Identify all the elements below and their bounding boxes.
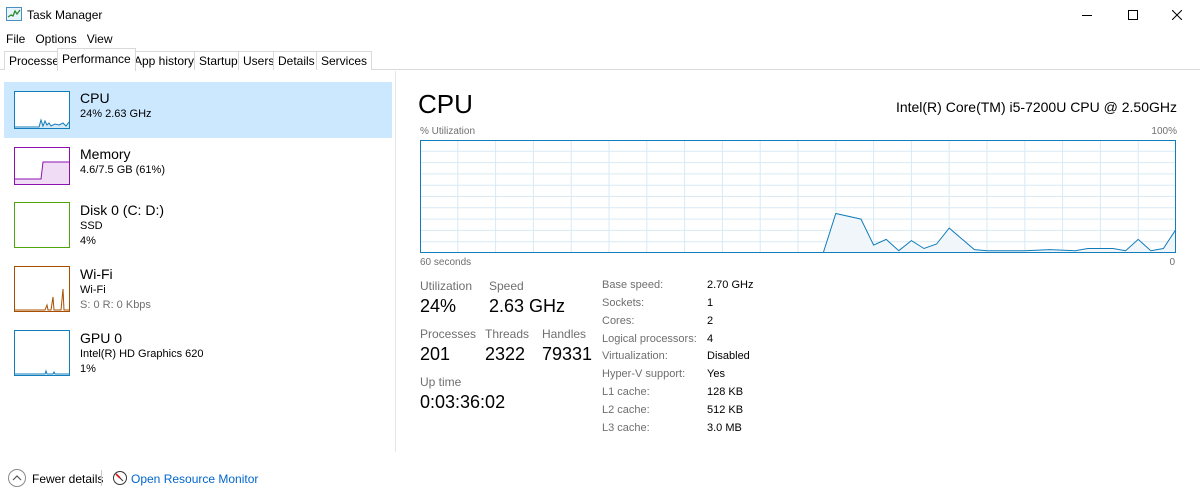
spec-label: Sockets:	[602, 297, 645, 309]
spec-label: L1 cache:	[602, 386, 650, 398]
memory-sparkline	[15, 161, 69, 184]
resource-detail: SSD	[80, 220, 103, 232]
resource-memory[interactable]: Memory 4.6/7.5 GB (61%)	[4, 138, 392, 194]
tab-performance[interactable]: Performance	[57, 48, 136, 71]
cpu-detail-panel: CPU Intel(R) Core(TM) i5-7200U CPU @ 2.5…	[397, 71, 1200, 452]
menu-view[interactable]: View	[81, 30, 117, 48]
resource-monitor-icon[interactable]	[112, 470, 128, 486]
spec-value: 3.0 MB	[707, 422, 742, 434]
utilization-axis-max: 100%	[1151, 126, 1177, 137]
handles-label: Handles	[542, 327, 587, 341]
spec-label: Virtualization:	[602, 350, 668, 362]
resource-name: Wi-Fi	[80, 266, 113, 282]
tab-app-history[interactable]: App history	[129, 51, 200, 70]
spec-label: Logical processors:	[602, 333, 697, 345]
memory-thumbnail	[14, 147, 70, 185]
wifi-thumbnail	[14, 266, 70, 312]
utilization-axis-label: % Utilization	[420, 126, 476, 137]
utilization-value: 24%	[420, 296, 457, 316]
processes-label: Processes	[420, 327, 477, 341]
close-icon	[1172, 10, 1182, 20]
spec-label: Hyper-V support:	[602, 368, 686, 380]
open-resource-monitor-link[interactable]: Open Resource Monitor	[131, 472, 258, 486]
fewer-details-button[interactable]	[8, 469, 26, 487]
spec-value: Yes	[707, 368, 725, 380]
title-bar[interactable]: Task Manager	[0, 0, 1200, 30]
detail-title: CPU	[418, 89, 473, 119]
maximize-icon	[1128, 10, 1138, 20]
menu-options[interactable]: Options	[29, 30, 80, 48]
speed-label: Speed	[489, 279, 524, 293]
resource-detail: Intel(R) HD Graphics 620	[80, 348, 204, 360]
gpu-thumbnail	[14, 330, 70, 376]
disk-thumbnail	[14, 202, 70, 248]
minimize-button[interactable]	[1064, 0, 1110, 30]
tab-startup[interactable]: Startup	[194, 51, 243, 70]
resource-name: Disk 0 (C: D:)	[80, 202, 164, 218]
resource-disk[interactable]: Disk 0 (C: D:) SSD 4%	[4, 194, 392, 250]
threads-label: Threads	[485, 327, 530, 341]
menu-file[interactable]: File	[0, 30, 29, 48]
spec-value: 512 KB	[707, 404, 744, 416]
maximize-button[interactable]	[1110, 0, 1156, 30]
spec-value: Disabled	[707, 350, 750, 362]
close-button[interactable]	[1154, 0, 1200, 30]
tab-strip: Processes Performance App history Startu…	[0, 48, 1200, 71]
graph-time-span: 60 seconds	[420, 257, 472, 268]
spec-value: 2	[707, 315, 714, 327]
uptime-value: 0:03:36:02	[420, 392, 506, 412]
spec-value: 4	[707, 333, 714, 345]
resource-detail: Wi-Fi	[80, 284, 106, 296]
spec-value: 2.70 GHz	[707, 279, 754, 291]
tab-services[interactable]: Services	[316, 51, 373, 70]
resource-detail-2: 4%	[80, 235, 96, 247]
spec-label: L2 cache:	[602, 404, 650, 416]
resource-detail: 24% 2.63 GHz	[80, 108, 152, 120]
graph-time-end: 0	[1169, 257, 1175, 268]
resource-gpu[interactable]: GPU 0 Intel(R) HD Graphics 620 1%	[4, 322, 392, 378]
threads-value: 2322	[485, 344, 526, 364]
spec-value: 1	[707, 297, 714, 309]
resource-name: CPU	[80, 90, 110, 106]
cpu-thumbnail	[14, 91, 70, 129]
fewer-details-link[interactable]: Fewer details	[32, 472, 103, 486]
minimize-icon	[1082, 15, 1092, 16]
resource-name: Memory	[80, 146, 131, 162]
spec-label: Base speed:	[602, 279, 664, 291]
footer-separator	[101, 470, 102, 486]
wifi-sparkline	[15, 288, 69, 311]
window-title: Task Manager	[27, 8, 103, 22]
spec-label: Cores:	[602, 315, 635, 327]
spec-value: 128 KB	[707, 386, 744, 398]
speed-value: 2.63 GHz	[489, 296, 566, 316]
tab-details[interactable]: Details	[273, 51, 320, 70]
handles-value: 79331	[542, 344, 593, 364]
processes-value: 201	[420, 344, 451, 364]
chevron-up-icon	[12, 475, 22, 481]
cpu-model: Intel(R) Core(TM) i5-7200U CPU @ 2.50GHz	[895, 99, 1177, 115]
resource-detail-2: S: 0 R: 0 Kbps	[80, 299, 151, 311]
task-manager-icon	[6, 7, 22, 21]
resource-detail: 4.6/7.5 GB (61%)	[80, 164, 165, 176]
utilization-label: Utilization	[420, 279, 473, 293]
gpu-sparkline	[15, 369, 69, 375]
spec-label: L3 cache:	[602, 422, 650, 434]
resource-name: GPU 0	[80, 330, 123, 346]
resource-list: CPU 24% 2.63 GHz Memory 4.6/7.5 GB (61%)…	[0, 71, 396, 452]
footer-bar: Fewer details Open Resource Monitor	[0, 465, 1200, 491]
cpu-sparkline	[15, 118, 70, 128]
uptime-label: Up time	[420, 375, 462, 389]
resource-detail-2: 1%	[80, 363, 96, 375]
resource-cpu[interactable]: CPU 24% 2.63 GHz	[4, 82, 392, 138]
menu-bar: File Options View	[0, 30, 117, 48]
cpu-utilization-graph	[420, 140, 1176, 253]
resource-wifi[interactable]: Wi-Fi Wi-Fi S: 0 R: 0 Kbps	[4, 258, 392, 314]
